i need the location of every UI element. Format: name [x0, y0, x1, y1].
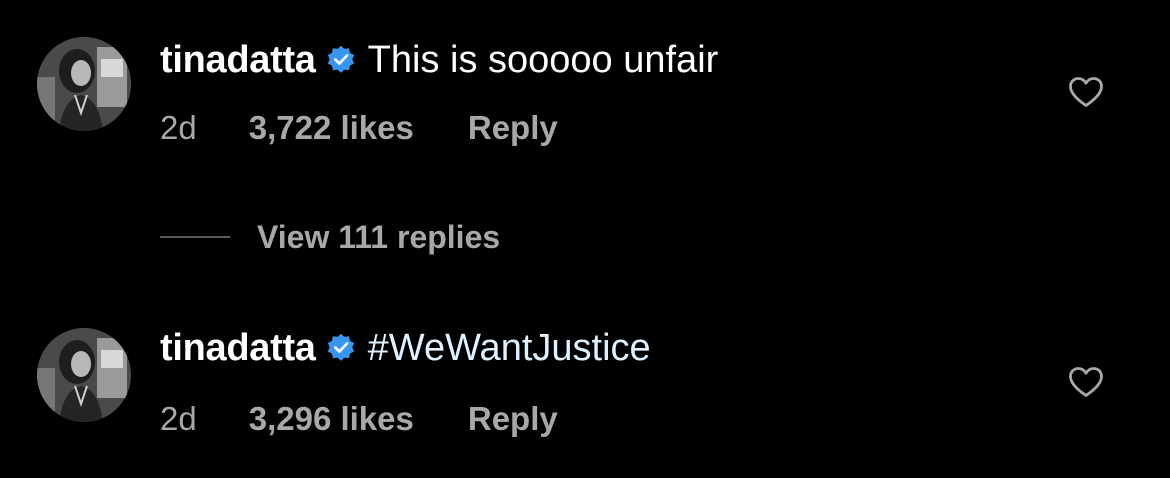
view-replies-button[interactable]: View 111 replies [160, 215, 500, 259]
heart-outline-icon[interactable] [1068, 76, 1104, 108]
thread-line [160, 236, 230, 238]
likes-count[interactable]: 3,722 likes [249, 109, 414, 147]
username[interactable]: tinadatta [160, 39, 316, 82]
reply-button[interactable]: Reply [468, 109, 558, 147]
comment-timestamp: 2d [160, 109, 197, 146]
comment-text: This is sooooo unfair [367, 38, 719, 81]
hashtag-link[interactable]: #WeWantJustice [368, 327, 651, 370]
verified-badge-icon [326, 45, 356, 75]
comment-item: tinadatta This is sooooo unfair 2d 3,722… [0, 0, 1170, 200]
heart-outline-icon[interactable] [1068, 366, 1104, 398]
username[interactable]: tinadatta [160, 327, 316, 370]
avatar[interactable] [37, 328, 131, 422]
verified-badge-icon [326, 333, 356, 363]
comment-timestamp: 2d [160, 400, 197, 437]
view-replies-label[interactable]: View 111 replies [257, 219, 500, 256]
comment-item: tinadatta #WeWantJustice 2d 3,296 likes … [0, 280, 1170, 478]
avatar[interactable] [37, 37, 131, 131]
reply-button[interactable]: Reply [468, 400, 558, 438]
likes-count[interactable]: 3,296 likes [249, 400, 414, 438]
